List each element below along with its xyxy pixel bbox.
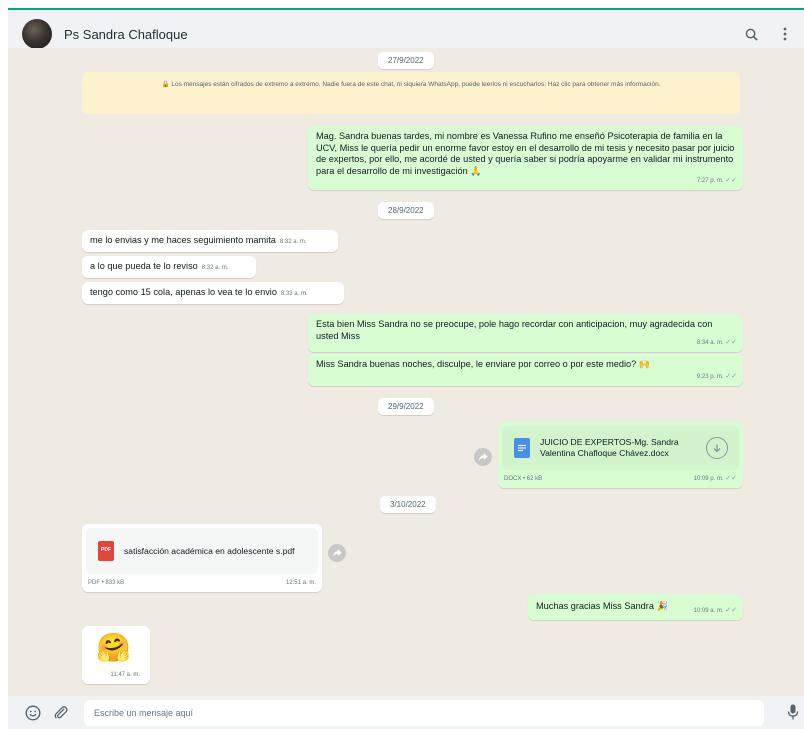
date-separator: 28/9/2022: [378, 202, 434, 219]
incoming-message[interactable]: tengo como 15 cola, apenas lo vea te lo …: [82, 282, 344, 304]
document-card[interactable]: JUICIO DE EXPERTOS-Mg. Sandra Valentina …: [502, 426, 739, 470]
message-time: 9:23 p. m. ✓✓: [696, 372, 737, 380]
contact-name[interactable]: Ps Sandra Chafloque: [64, 27, 188, 42]
outgoing-message[interactable]: Muchas gracias Miss Sandra 🎉 10:09 a. m.…: [528, 594, 743, 620]
message-time: 8:34 a. m. ✓✓: [696, 338, 737, 346]
message-time: 8:32 a. m.: [201, 265, 229, 271]
incoming-document-message[interactable]: PDF satisfacción académica en adolescent…: [82, 524, 322, 592]
outgoing-message[interactable]: Mag. Sandra buenas tardes, mi nombre es …: [308, 126, 743, 190]
date-separator: 27/9/2022: [378, 52, 434, 69]
document-meta: PDF • 833 kB: [88, 579, 125, 586]
incoming-message[interactable]: me lo envias y me haces seguimiento mami…: [82, 230, 338, 252]
incoming-message[interactable]: a lo que pueda te lo reviso 8:32 a. m.: [82, 256, 256, 278]
document-icon: [514, 438, 530, 458]
message-text: me lo envias y me haces seguimiento mami…: [90, 235, 276, 245]
read-ticks-icon: ✓✓: [725, 474, 737, 482]
chat-area[interactable]: 27/9/2022 🔒 Los mensajes están cifrados …: [8, 48, 804, 696]
header-actions: [742, 25, 794, 43]
message-time: 12:51 a. m.: [285, 579, 316, 586]
message-text: Mag. Sandra buenas tardes, mi nombre es …: [316, 131, 735, 176]
date-separator: 29/9/2022: [378, 398, 434, 415]
message-time: 10:09 a. m. ✓✓: [693, 606, 737, 614]
download-icon[interactable]: [706, 437, 728, 459]
avatar[interactable]: [22, 19, 52, 49]
document-meta: DOCX • 62 kB: [504, 475, 543, 482]
emoji-icon[interactable]: [24, 704, 42, 722]
date-separator: 3/10/2022: [380, 496, 436, 513]
forward-icon[interactable]: [474, 448, 492, 466]
read-ticks-icon: ✓✓: [725, 176, 737, 184]
message-time: 11:47 a. m.: [110, 671, 140, 678]
message-composer: Escribe un mensaje aquí: [8, 696, 804, 729]
document-name: JUICIO DE EXPERTOS-Mg. Sandra Valentina …: [540, 437, 679, 458]
hugging-face-emoji: 🤗: [96, 632, 131, 663]
read-ticks-icon: ✓✓: [725, 338, 737, 346]
message-text: Miss Sandra buenas noches, disculpe, le …: [316, 359, 651, 369]
message-time: 8:32 a. m.: [279, 239, 307, 245]
message-text: tengo como 15 cola, apenas lo vea te lo …: [90, 287, 277, 297]
message-text: Esta bien Miss Sandra no se preocupe, po…: [316, 319, 713, 341]
read-ticks-icon: ✓✓: [725, 606, 737, 614]
forward-icon[interactable]: [328, 544, 346, 562]
message-text: a lo que pueda te lo reviso: [90, 261, 198, 271]
pdf-icon: PDF: [98, 541, 114, 561]
message-time: 10:09 p. m. ✓✓: [693, 474, 737, 482]
read-ticks-icon: ✓✓: [725, 372, 737, 380]
outgoing-message[interactable]: Esta bien Miss Sandra no se preocupe, po…: [308, 314, 743, 352]
message-input-placeholder: Escribe un mensaje aquí: [94, 707, 194, 718]
message-text: Muchas gracias Miss Sandra 🎉: [536, 601, 668, 611]
search-icon[interactable]: [742, 25, 760, 43]
menu-icon[interactable]: [776, 25, 794, 43]
document-card[interactable]: PDF satisfacción académica en adolescent…: [86, 528, 318, 574]
outgoing-document-message[interactable]: JUICIO DE EXPERTOS-Mg. Sandra Valentina …: [498, 422, 743, 488]
incoming-emoji-message[interactable]: 🤗 11:47 a. m.: [82, 626, 150, 684]
outgoing-message[interactable]: Miss Sandra buenas noches, disculpe, le …: [308, 354, 743, 386]
attach-icon[interactable]: [52, 704, 70, 722]
message-input[interactable]: Escribe un mensaje aquí: [84, 699, 764, 726]
encryption-notice[interactable]: 🔒 Los mensajes están cifrados de extremo…: [82, 72, 740, 114]
document-name: satisfacción académica en adolescente s.…: [124, 545, 295, 556]
message-time: 8:33 a. m.: [280, 291, 308, 297]
mic-icon[interactable]: [784, 704, 802, 722]
message-time: 7:27 p. m. ✓✓: [696, 176, 737, 184]
